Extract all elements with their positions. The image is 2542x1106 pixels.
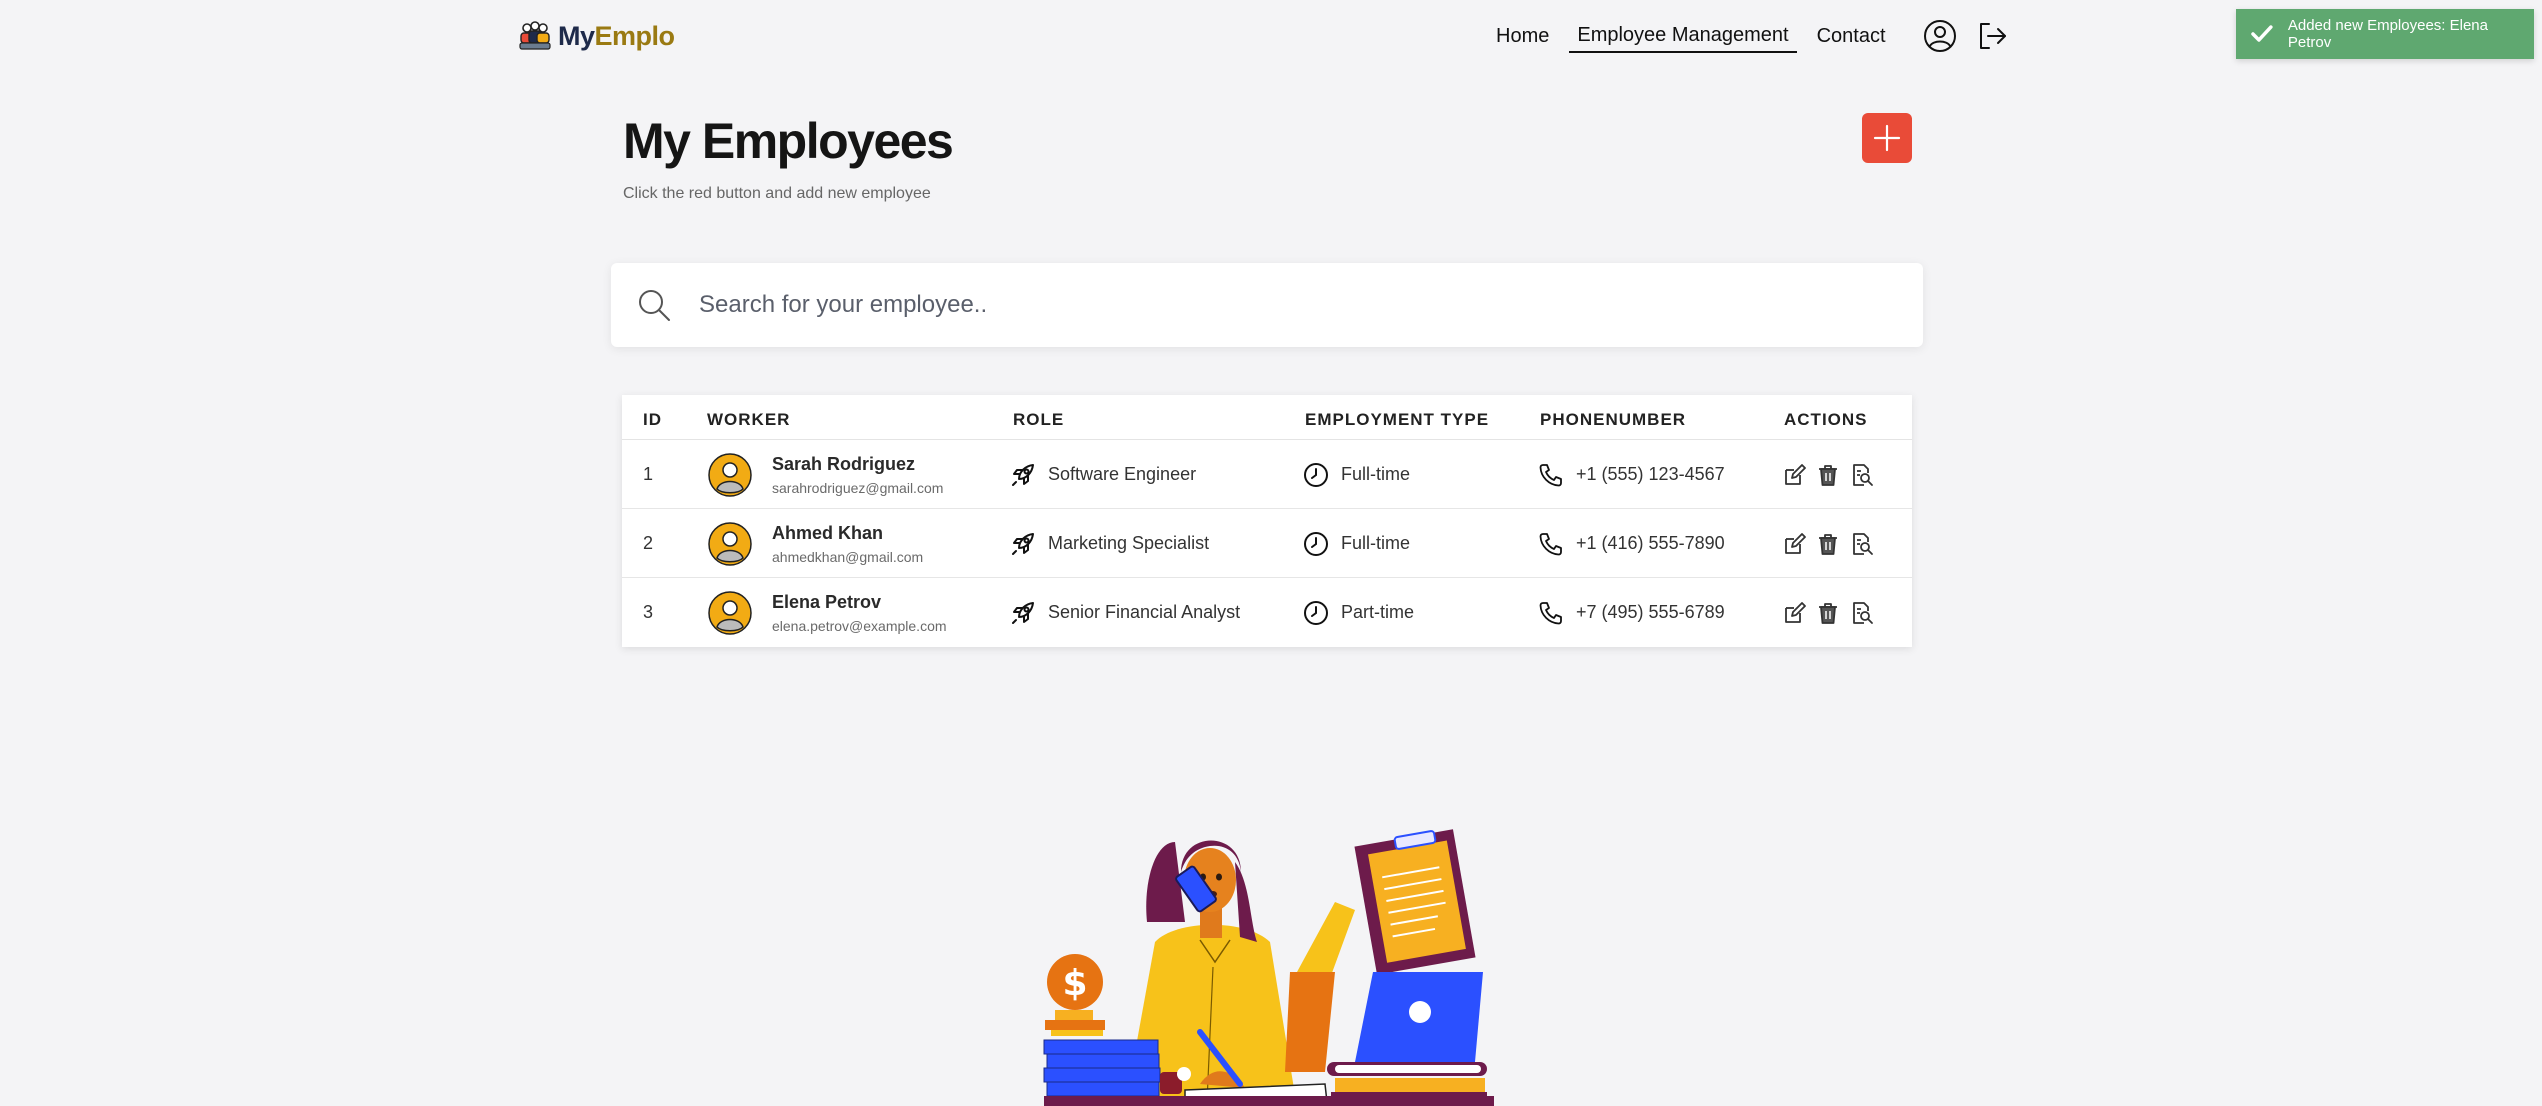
document-search-icon[interactable] — [1850, 463, 1874, 487]
svg-text:$: $ — [1062, 963, 1087, 1004]
clock-icon — [1304, 600, 1328, 625]
employment-type: Part-time — [1341, 602, 1415, 622]
office-worker-illustration: $ — [1043, 829, 1494, 1106]
employment-type-cell: Full-time — [1303, 509, 1410, 578]
employee-role: Marketing Specialist — [1048, 533, 1210, 553]
page-title: My Employees — [623, 113, 954, 169]
brand-name-part2: Emplo — [594, 20, 676, 51]
table-row: 1 Sarah Rodriguez sarahrodriguez@gmail.com… — [622, 440, 1912, 509]
user-circle-icon — [1923, 20, 1956, 52]
page-subtitle: Click the red button and add new employe… — [623, 185, 931, 202]
col-header-id: ID — [643, 410, 662, 429]
avatar-icon — [708, 521, 752, 566]
employee-table: ID WORKER ROLE EMPLOYMENT TYPE PHONENUMB… — [622, 395, 1912, 647]
employee-name: Ahmed Khan — [772, 522, 884, 543]
table-header: ID WORKER ROLE EMPLOYMENT TYPE PHONENUMB… — [622, 395, 1912, 440]
employee-id: 1 — [643, 464, 654, 484]
plus-icon — [1873, 124, 1901, 152]
role-cell: Senior Financial Analyst — [1010, 578, 1240, 647]
role-cell: Software Engineer — [1010, 440, 1196, 509]
employee-role: Senior Financial Analyst — [1048, 602, 1241, 622]
phone-icon — [1539, 532, 1562, 555]
table-body: 1 Sarah Rodriguez sarahrodriguez@gmail.com… — [622, 440, 1912, 647]
document-search-icon[interactable] — [1850, 532, 1874, 556]
phone-number: +1 (555) 123-4567 — [1576, 464, 1725, 484]
avatar-icon — [708, 590, 752, 635]
col-header-phone: PHONENUMBER — [1540, 410, 1687, 429]
trash-icon[interactable] — [1816, 601, 1840, 625]
employee-id: 3 — [643, 602, 654, 622]
phone-cell: +7 (495) 555-6789 — [1538, 578, 1725, 647]
actions-cell — [1782, 509, 1874, 578]
employee-email: ahmedkhan@gmail.com — [772, 548, 924, 565]
employee-name: Sarah Rodriguez — [772, 453, 916, 474]
avatar-icon — [708, 452, 752, 497]
edit-icon[interactable] — [1782, 601, 1806, 625]
worker-cell: Elena Petrov elena.petrov@example.com — [708, 578, 947, 647]
main-nav: Home Employee Management Contact — [1488, 0, 2010, 72]
search-input[interactable] — [699, 291, 1849, 319]
employee-id: 2 — [643, 533, 654, 553]
employment-type: Full-time — [1341, 533, 1411, 553]
employee-name: Elena Petrov — [772, 591, 882, 612]
edit-icon[interactable] — [1782, 532, 1806, 556]
document-search-icon[interactable] — [1850, 601, 1874, 625]
phone-icon — [1539, 463, 1562, 486]
brand-logo[interactable]: MyEmplo — [518, 20, 675, 52]
trash-icon[interactable] — [1816, 463, 1840, 487]
clock-icon — [1304, 531, 1328, 556]
employment-type-cell: Part-time — [1303, 578, 1414, 647]
phone-icon — [1539, 601, 1562, 624]
employment-type: Full-time — [1341, 464, 1411, 484]
nav-employee-management[interactable]: Employee Management — [1569, 20, 1797, 53]
worker-cell: Sarah Rodriguez sarahrodriguez@gmail.com — [708, 440, 943, 509]
rocket-icon — [1012, 601, 1034, 624]
col-header-role: ROLE — [1013, 410, 1065, 429]
phone-number: +1 (416) 555-7890 — [1576, 533, 1725, 553]
brand-name-part1: My — [558, 20, 595, 51]
logout-icon — [1979, 23, 2006, 49]
checkmark-icon — [2251, 25, 2273, 42]
phone-cell: +1 (555) 123-4567 — [1538, 440, 1725, 509]
actions-cell — [1782, 440, 1874, 509]
nav-home[interactable]: Home — [1488, 21, 1557, 52]
rocket-icon — [1012, 532, 1034, 555]
edit-icon[interactable] — [1782, 463, 1806, 487]
table-row: 3 Elena Petrov elena.petrov@example.com Sen… — [622, 578, 1912, 647]
search-icon — [639, 290, 670, 321]
role-cell: Marketing Specialist — [1010, 509, 1209, 578]
employee-email: elena.petrov@example.com — [772, 617, 947, 634]
employee-email: sarahrodriguez@gmail.com — [772, 479, 944, 496]
rocket-icon — [1012, 463, 1034, 486]
worker-cell: Ahmed Khan ahmedkhan@gmail.com — [708, 509, 923, 578]
table-row: 2 Ahmed Khan ahmedkhan@gmail.com Marketing … — [622, 509, 1912, 578]
trash-icon[interactable] — [1816, 532, 1840, 556]
employee-role: Software Engineer — [1048, 464, 1197, 484]
clock-icon — [1304, 462, 1328, 487]
phone-cell: +1 (416) 555-7890 — [1538, 509, 1725, 578]
col-header-worker: WORKER — [707, 410, 791, 429]
add-employee-button[interactable] — [1862, 113, 1912, 163]
page: MyEmplo Home Employee Management Contact… — [0, 0, 2542, 1106]
nav-contact[interactable]: Contact — [1809, 21, 1894, 52]
toast-message: Added new Employees: Elena Petrov — [2287, 17, 2488, 51]
col-header-employment-type: EMPLOYMENT TYPE — [1305, 410, 1490, 429]
search-bar — [611, 263, 1923, 347]
col-header-actions: ACTIONS — [1784, 410, 1868, 429]
people-group-icon — [519, 21, 551, 50]
success-toast[interactable]: Added new Employees: Elena Petrov — [2236, 9, 2534, 59]
logout-button[interactable] — [1974, 18, 2010, 54]
phone-number: +7 (495) 555-6789 — [1576, 602, 1725, 622]
employment-type-cell: Full-time — [1303, 440, 1410, 509]
actions-cell — [1782, 578, 1874, 647]
profile-button[interactable] — [1922, 18, 1958, 54]
